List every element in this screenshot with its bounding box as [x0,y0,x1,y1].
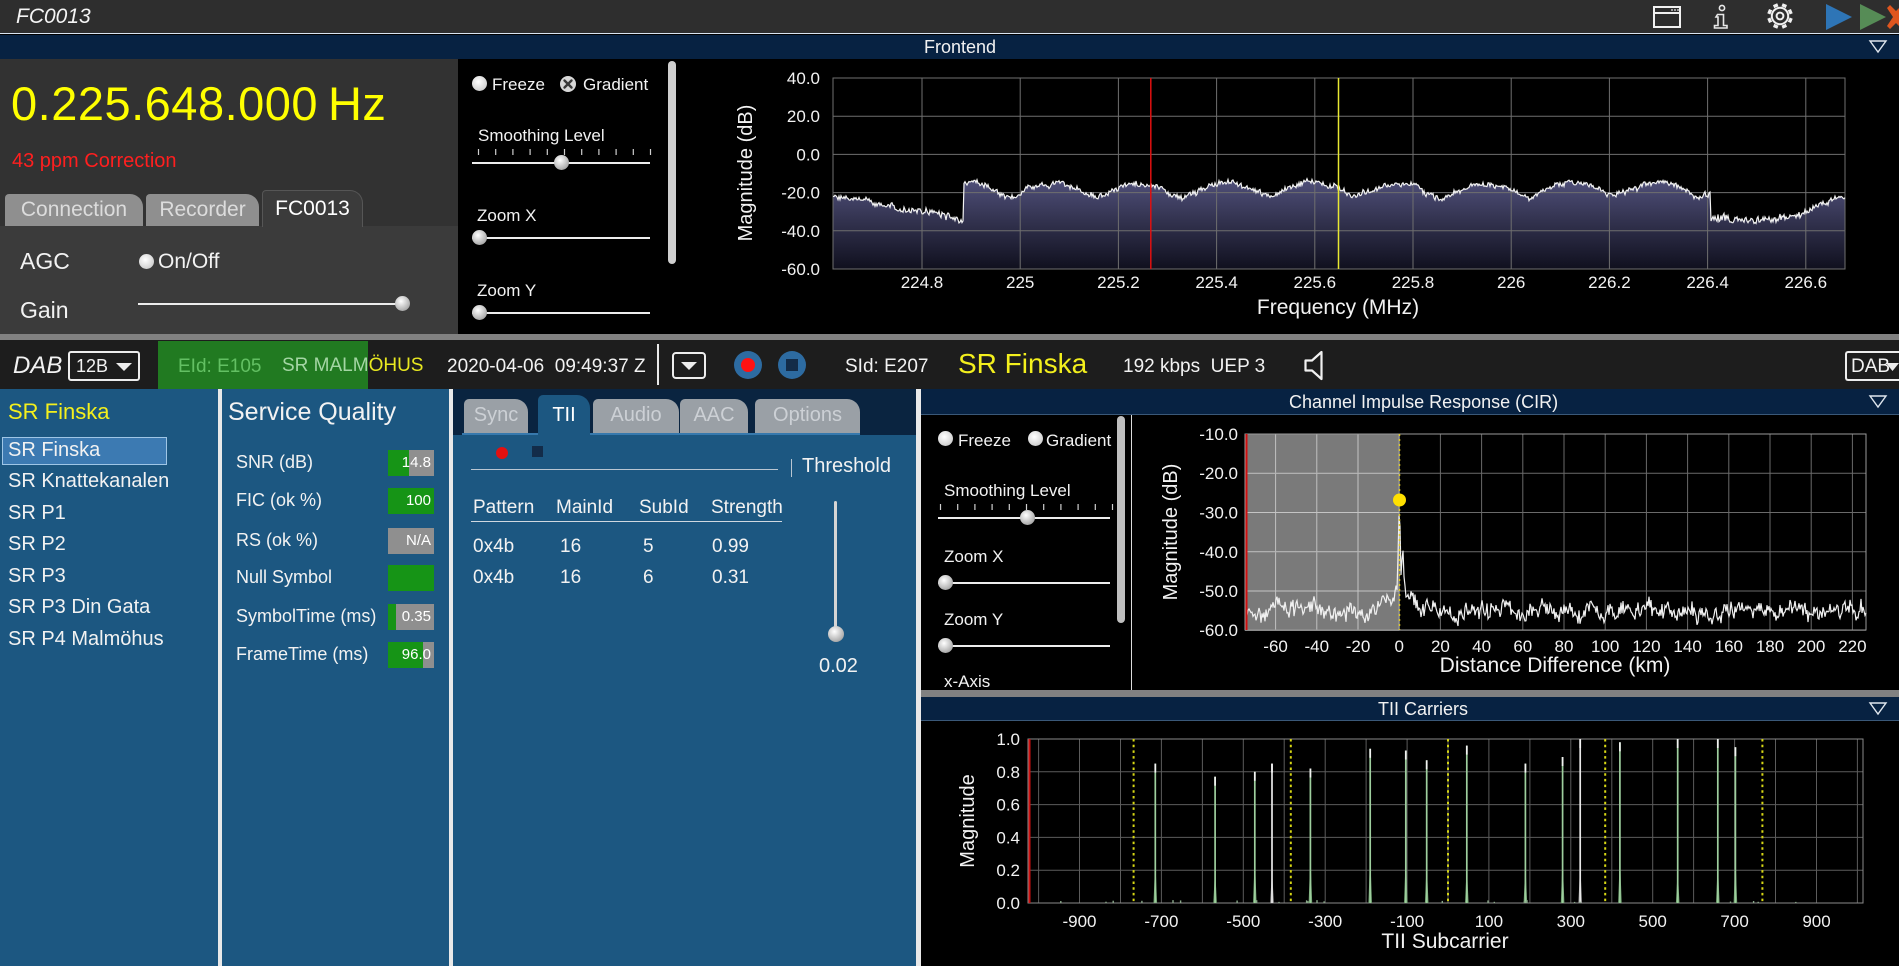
svg-text:Magnitude: Magnitude [957,774,979,867]
svg-text:700: 700 [1720,912,1748,931]
svg-text:0.6: 0.6 [996,796,1020,815]
svg-text:Magnitude (dB): Magnitude (dB) [735,105,757,242]
svg-text:0: 0 [1394,637,1403,656]
svg-text:-500: -500 [1226,912,1260,931]
svg-text:-40.0: -40.0 [781,222,820,241]
svg-text:Distance Difference (km): Distance Difference (km) [1440,654,1671,677]
svg-text:-300: -300 [1308,912,1342,931]
svg-text:-700: -700 [1144,912,1178,931]
svg-text:-20: -20 [1346,637,1371,656]
svg-text:160: 160 [1715,637,1743,656]
svg-text:224.8: 224.8 [901,273,944,292]
svg-text:300: 300 [1557,912,1585,931]
svg-text:0.0: 0.0 [996,894,1020,913]
svg-text:0.2: 0.2 [996,861,1020,880]
svg-text:0.0: 0.0 [796,145,820,164]
svg-text:-100: -100 [1390,912,1424,931]
svg-text:225: 225 [1006,273,1034,292]
svg-text:-60.0: -60.0 [781,260,820,279]
svg-text:-20.0: -20.0 [1199,464,1238,483]
svg-text:Magnitude (dB): Magnitude (dB) [1160,464,1182,601]
svg-text:-60.0: -60.0 [1199,621,1238,640]
svg-text:-40.0: -40.0 [1199,543,1238,562]
svg-text:220: 220 [1838,637,1866,656]
svg-text:225.6: 225.6 [1294,273,1337,292]
svg-text:225.8: 225.8 [1392,273,1435,292]
svg-text:226.4: 226.4 [1686,273,1729,292]
svg-text:226: 226 [1497,273,1525,292]
svg-text:TII Subcarrier: TII Subcarrier [1381,930,1508,953]
svg-text:0.8: 0.8 [996,763,1020,782]
svg-text:-30.0: -30.0 [1199,504,1238,523]
svg-text:-900: -900 [1062,912,1096,931]
svg-text:40.0: 40.0 [787,69,820,88]
svg-text:225.2: 225.2 [1097,273,1140,292]
svg-text:100: 100 [1475,912,1503,931]
svg-text:1.0: 1.0 [996,730,1020,749]
svg-text:-40: -40 [1305,637,1330,656]
svg-text:140: 140 [1673,637,1701,656]
svg-text:20.0: 20.0 [787,107,820,126]
svg-text:200: 200 [1797,637,1825,656]
svg-text:-10.0: -10.0 [1199,425,1238,444]
svg-text:180: 180 [1756,637,1784,656]
svg-text:226.6: 226.6 [1785,273,1828,292]
svg-text:226.2: 226.2 [1588,273,1631,292]
svg-text:-20.0: -20.0 [781,184,820,203]
svg-text:0.4: 0.4 [996,828,1020,847]
svg-text:225.4: 225.4 [1195,273,1238,292]
svg-text:Frequency (MHz): Frequency (MHz) [1257,296,1419,319]
svg-text:-50.0: -50.0 [1199,582,1238,601]
svg-text:500: 500 [1639,912,1667,931]
svg-text:-60: -60 [1263,637,1288,656]
svg-text:900: 900 [1802,912,1830,931]
